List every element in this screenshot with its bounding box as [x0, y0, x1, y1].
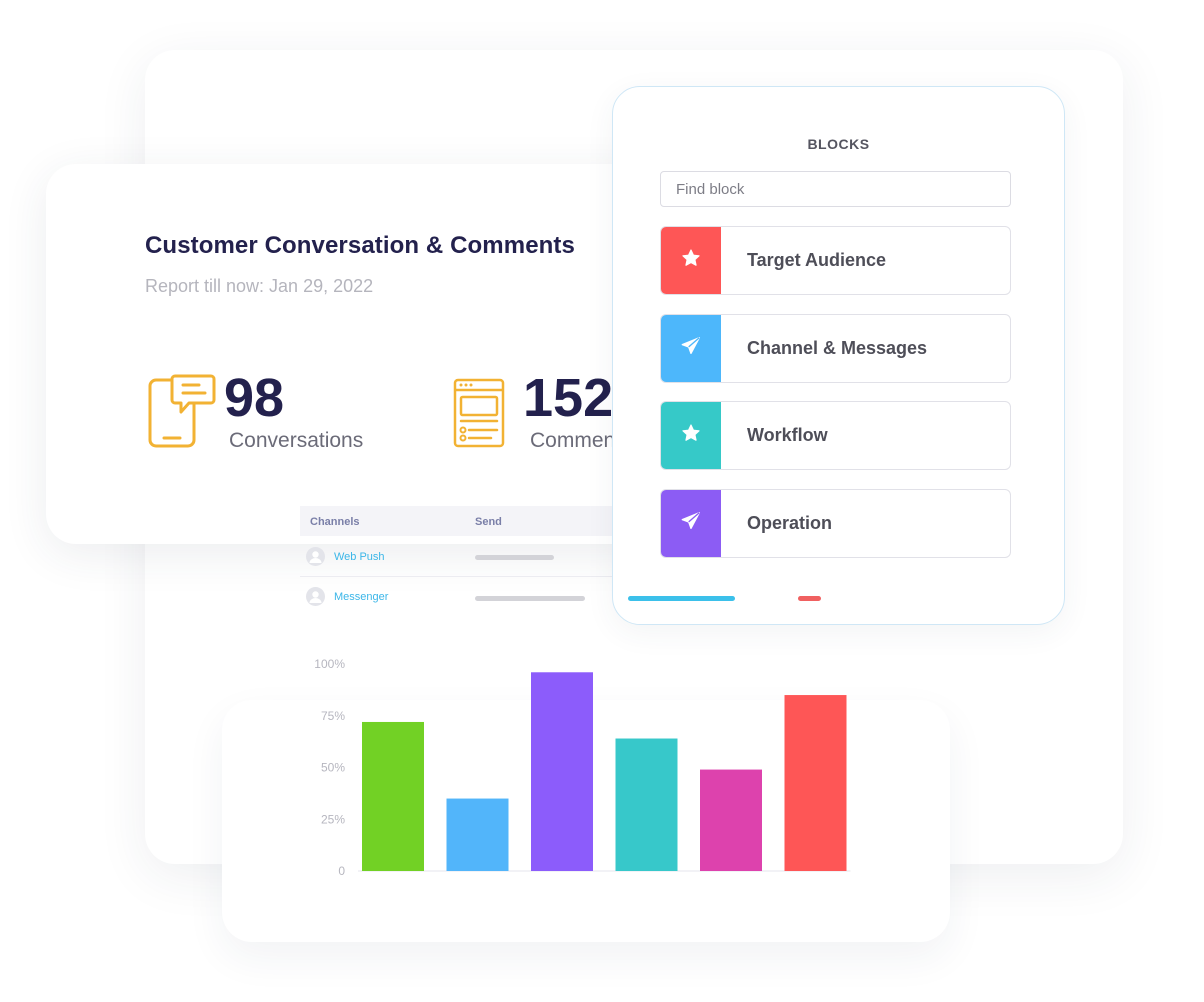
- document-icon: [453, 378, 505, 453]
- report-date: Report till now: Jan 29, 2022: [145, 276, 374, 296]
- avatar: [306, 547, 325, 566]
- comments-count: 152: [523, 368, 614, 428]
- chart-bar: [362, 721, 424, 871]
- block-color-tab: [661, 315, 721, 382]
- block-operation[interactable]: Operation: [660, 489, 1011, 558]
- blocks-title: BLOCKS: [807, 136, 870, 152]
- block-label: Target Audience: [747, 250, 887, 270]
- avatar: [306, 587, 325, 606]
- y-tick-label: 25%: [321, 812, 345, 826]
- success-progress-bar: [628, 596, 735, 601]
- conversations-count: 98: [224, 368, 285, 428]
- conversations-label: Conversations: [229, 429, 364, 452]
- block-label: Operation: [747, 513, 833, 533]
- bar-chart: 0 25% 50% 75% 100%: [314, 657, 851, 878]
- y-tick-label: 50%: [321, 761, 345, 775]
- chart-bar: [615, 738, 678, 871]
- error-progress-bar: [798, 596, 821, 601]
- block-label: Channel & Messages: [747, 338, 928, 358]
- block-target-audience[interactable]: Target Audience: [660, 226, 1011, 295]
- y-tick-label: 100%: [314, 657, 345, 671]
- star-icon: [681, 423, 701, 448]
- y-tick-label: 0: [338, 864, 345, 878]
- send-icon: [680, 335, 702, 362]
- block-color-tab: [661, 402, 721, 469]
- block-color-tab: [661, 227, 721, 294]
- star-icon: [681, 248, 701, 273]
- send-icon: [680, 510, 702, 537]
- report-title: Customer Conversation & Comments: [145, 232, 575, 259]
- chart-bar: [531, 672, 593, 871]
- y-tick-label: 75%: [321, 709, 345, 723]
- send-progress-bar: [475, 555, 554, 560]
- chat-phone-icon: [147, 372, 217, 455]
- block-color-tab: [661, 490, 721, 557]
- column-header-send: Send: [475, 516, 502, 528]
- send-progress-bar: [475, 596, 585, 601]
- column-header-channels: Channels: [310, 516, 360, 528]
- chart-bar: [784, 695, 847, 871]
- block-channel-messages[interactable]: Channel & Messages: [660, 314, 1011, 383]
- report-card: [46, 164, 666, 544]
- chart-bar: [446, 798, 509, 871]
- block-label: Workflow: [747, 425, 828, 445]
- find-block-input[interactable]: [660, 171, 1011, 207]
- table-row-divider: [300, 576, 645, 577]
- chart-bar: [700, 769, 762, 871]
- table-row-channel[interactable]: Web Push: [334, 551, 385, 563]
- table-row-channel[interactable]: Messenger: [334, 591, 388, 603]
- block-workflow[interactable]: Workflow: [660, 401, 1011, 470]
